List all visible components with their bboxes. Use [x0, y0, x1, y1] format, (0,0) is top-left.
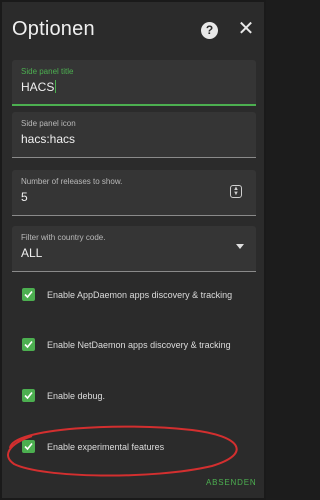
checkmark-icon [24, 340, 33, 349]
help-icon[interactable]: ? [201, 22, 218, 39]
number-stepper-icon[interactable]: ▲ ▼ [230, 185, 242, 198]
dialog-header: Optionen ? ✕ [2, 2, 268, 58]
country-label: Filter with country code. [21, 233, 106, 242]
close-icon[interactable]: ✕ [237, 19, 255, 39]
options-dialog: Optionen ? ✕ Side panel title HACS Side … [0, 0, 266, 500]
checkmark-icon [24, 290, 33, 299]
side-panel-icon-field[interactable]: Side panel icon hacs:hacs [12, 112, 256, 158]
side-panel-title-label: Side panel title [21, 67, 74, 76]
side-panel-title-value[interactable]: HACS [21, 80, 57, 94]
submit-button[interactable]: ABSENDEN [206, 478, 256, 487]
country-value[interactable]: ALL [21, 246, 42, 260]
dropdown-arrow-icon[interactable] [236, 244, 244, 249]
checkbox-label-experimental: Enable experimental features [47, 442, 165, 452]
side-panel-title-field[interactable]: Side panel title HACS [12, 60, 256, 106]
checkbox-netdaemon[interactable] [22, 338, 35, 351]
checkbox-row-netdaemon[interactable]: Enable NetDaemon apps discovery & tracki… [2, 334, 268, 356]
checkbox-row-appdaemon[interactable]: Enable AppDaemon apps discovery & tracki… [2, 284, 268, 306]
releases-label: Number of releases to show. [21, 177, 123, 186]
checkbox-experimental[interactable] [22, 440, 35, 453]
checkbox-debug[interactable] [22, 389, 35, 402]
side-panel-icon-label: Side panel icon [21, 119, 76, 128]
dialog-title: Optionen [12, 18, 95, 40]
checkbox-label-netdaemon: Enable NetDaemon apps discovery & tracki… [47, 340, 231, 350]
releases-field[interactable]: Number of releases to show. 5 ▲ ▼ [12, 170, 256, 216]
checkbox-appdaemon[interactable] [22, 288, 35, 301]
checkmark-icon [24, 391, 33, 400]
checkbox-label-debug: Enable debug. [47, 391, 106, 401]
country-select[interactable]: Filter with country code. ALL [12, 226, 256, 272]
checkbox-row-debug[interactable]: Enable debug. [2, 385, 268, 407]
checkbox-row-experimental[interactable]: Enable experimental features [2, 436, 268, 458]
text-caret [55, 80, 57, 93]
checkbox-label-appdaemon: Enable AppDaemon apps discovery & tracki… [47, 290, 233, 300]
side-panel-icon-value[interactable]: hacs:hacs [21, 132, 75, 146]
checkmark-icon [24, 442, 33, 451]
releases-value[interactable]: 5 [21, 190, 28, 204]
